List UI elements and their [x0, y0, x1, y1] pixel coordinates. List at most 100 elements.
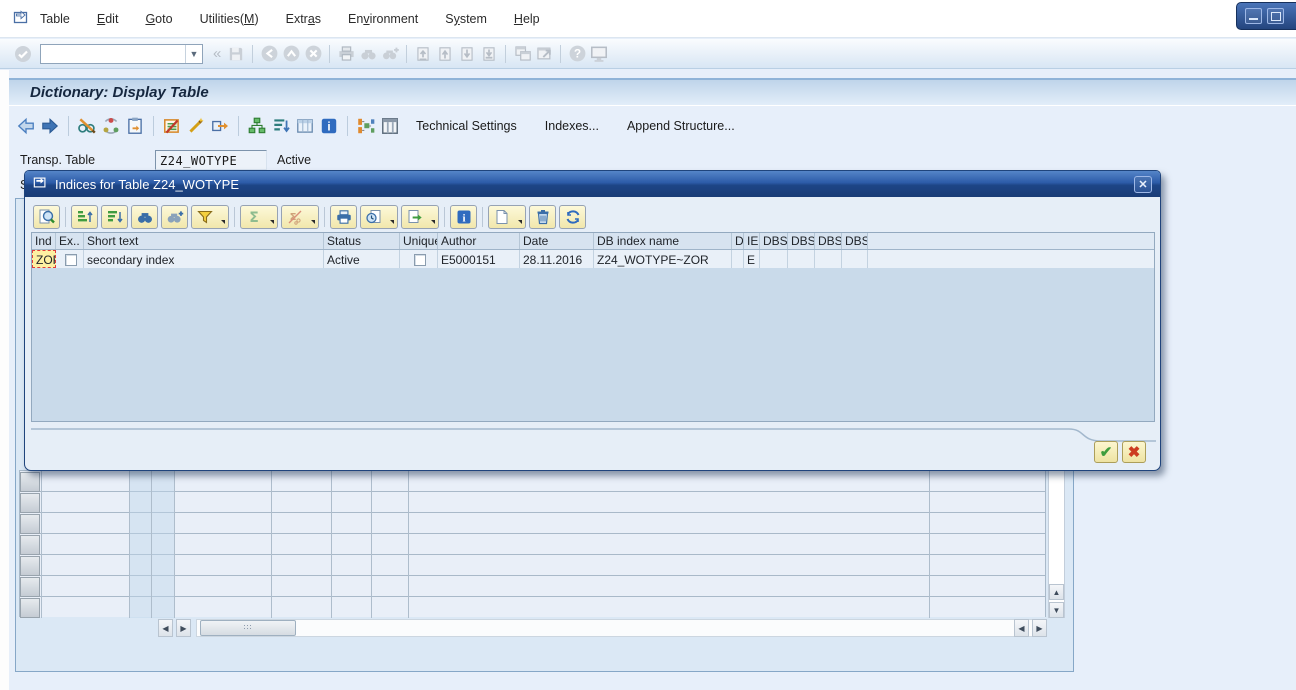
header-cell-date[interactable]: Date	[520, 233, 594, 249]
scroll-left-icon[interactable]: ◀	[1014, 619, 1029, 637]
back-icon[interactable]	[258, 43, 280, 65]
header-cell-db-index-name[interactable]: DB index name	[594, 233, 732, 249]
subtotal-icon[interactable]: Σ	[281, 205, 319, 229]
cancel-icon[interactable]: ✖	[1122, 441, 1146, 463]
row-selector[interactable]	[20, 535, 40, 555]
append-structure-button[interactable]: Append Structure...	[627, 119, 735, 133]
vertical-scrollbar[interactable]: ▲ ▼	[1048, 470, 1065, 618]
cell-dbs[interactable]	[815, 250, 842, 268]
display-change-icon[interactable]	[75, 114, 99, 138]
menu-item-help[interactable]: Help	[514, 12, 540, 26]
scroll-right-icon[interactable]: ▶	[176, 619, 191, 637]
indexes-button[interactable]: Indexes...	[545, 119, 599, 133]
cell-dbs[interactable]	[760, 250, 788, 268]
row-selector[interactable]	[20, 577, 40, 597]
collapse-chevron-icon[interactable]: «	[213, 45, 221, 62]
filter-icon[interactable]	[191, 205, 229, 229]
scroll-right-icon[interactable]: ▶	[1032, 619, 1047, 637]
last-page-icon[interactable]	[478, 43, 500, 65]
new-session-icon[interactable]	[511, 43, 533, 65]
horizontal-scrollbar[interactable]: ◀ ▶ ∶∶∶ ◀ ▶	[19, 619, 1048, 637]
views-icon[interactable]	[360, 205, 398, 229]
menu-item-edit[interactable]: Edit	[97, 12, 119, 26]
find-next-icon[interactable]	[161, 205, 188, 229]
command-input[interactable]	[47, 46, 185, 62]
row-selector[interactable]	[20, 514, 40, 534]
menu-item-table[interactable]: Table	[40, 12, 70, 26]
customize-icon[interactable]	[588, 43, 610, 65]
exit-icon[interactable]	[280, 43, 302, 65]
cell-ie[interactable]: E	[744, 250, 760, 268]
info-icon[interactable]: i	[450, 205, 477, 229]
scroll-up-icon[interactable]: ▲	[1049, 584, 1064, 600]
print-icon[interactable]	[330, 205, 357, 229]
nav-forward-icon[interactable]	[38, 114, 62, 138]
row-selector[interactable]	[20, 598, 40, 618]
menu-item-utilitiesm[interactable]: Utilities(M)	[200, 12, 259, 26]
cell-short-text[interactable]: secondary index	[84, 250, 324, 268]
menu-item-goto[interactable]: Goto	[145, 12, 172, 26]
cell-db-index-name[interactable]: Z24_WOTYPE~ZOR	[594, 250, 732, 268]
prev-page-icon[interactable]	[434, 43, 456, 65]
cell-ex-[interactable]	[56, 250, 84, 268]
system-menu-icon[interactable]	[13, 9, 30, 29]
next-page-icon[interactable]	[456, 43, 478, 65]
find-icon[interactable]	[357, 43, 379, 65]
help-icon[interactable]: ?	[566, 43, 588, 65]
header-cell-ex-[interactable]: Ex..	[56, 233, 84, 249]
shortcut-icon[interactable]	[533, 43, 555, 65]
cell-d[interactable]	[732, 250, 744, 268]
header-cell-author[interactable]: Author	[438, 233, 520, 249]
find-next-icon[interactable]	[379, 43, 401, 65]
sort-asc-icon[interactable]	[71, 205, 98, 229]
cell-ind[interactable]: ZOR	[32, 250, 56, 268]
scroll-down-icon[interactable]: ▼	[1049, 602, 1064, 618]
header-cell-dbs[interactable]: DBS	[760, 233, 788, 249]
row-selector[interactable]	[20, 556, 40, 576]
cell-author[interactable]: E5000151	[438, 250, 520, 268]
cell-dbs[interactable]	[788, 250, 815, 268]
menu-item-environment[interactable]: Environment	[348, 12, 418, 26]
sort-icon[interactable]	[269, 114, 293, 138]
scroll-left-icon[interactable]: ◀	[158, 619, 173, 637]
refresh-icon[interactable]	[99, 114, 123, 138]
runtime-object-icon[interactable]	[354, 114, 378, 138]
detail-icon[interactable]	[33, 205, 60, 229]
table-name-input[interactable]	[155, 150, 267, 170]
sort-desc-icon[interactable]	[101, 205, 128, 229]
refresh-list-icon[interactable]	[559, 205, 586, 229]
activate-icon[interactable]	[184, 114, 208, 138]
header-cell-d[interactable]: D	[732, 233, 744, 249]
create-icon[interactable]	[488, 205, 526, 229]
ok-icon[interactable]: ✔	[1094, 441, 1118, 463]
enter-icon[interactable]	[12, 43, 34, 65]
menu-item-system[interactable]: System	[445, 12, 487, 26]
cell-unique[interactable]	[400, 250, 438, 268]
info-icon[interactable]: i	[317, 114, 341, 138]
checkbox-unique[interactable]	[414, 254, 426, 266]
close-icon[interactable]: ✕	[1134, 176, 1152, 193]
hscroll-thumb[interactable]: ∶∶∶	[200, 620, 296, 636]
header-cell-dbs[interactable]: DBS	[788, 233, 815, 249]
cell-dbs[interactable]	[842, 250, 868, 268]
print-icon[interactable]	[335, 43, 357, 65]
save-icon[interactable]	[225, 43, 247, 65]
copy-icon[interactable]	[123, 114, 147, 138]
row-selector[interactable]	[20, 472, 40, 492]
check-icon[interactable]	[160, 114, 184, 138]
sum-icon[interactable]: Σ	[240, 205, 278, 229]
minimize-icon[interactable]	[1245, 8, 1262, 24]
delete-icon[interactable]	[529, 205, 556, 229]
header-cell-unique[interactable]: Unique	[400, 233, 438, 249]
cancel-icon[interactable]	[302, 43, 324, 65]
first-page-icon[interactable]	[412, 43, 434, 65]
header-cell-dbs[interactable]: DBS	[815, 233, 842, 249]
export-icon[interactable]	[401, 205, 439, 229]
header-cell-ind[interactable]: Ind	[32, 233, 56, 249]
technical-settings-button[interactable]: Technical Settings	[416, 119, 517, 133]
cell-date[interactable]: 28.11.2016	[520, 250, 594, 268]
table-contents-icon[interactable]	[293, 114, 317, 138]
hierarchy-icon[interactable]	[245, 114, 269, 138]
row-selector[interactable]	[20, 493, 40, 513]
maximize-icon[interactable]	[1267, 8, 1284, 24]
